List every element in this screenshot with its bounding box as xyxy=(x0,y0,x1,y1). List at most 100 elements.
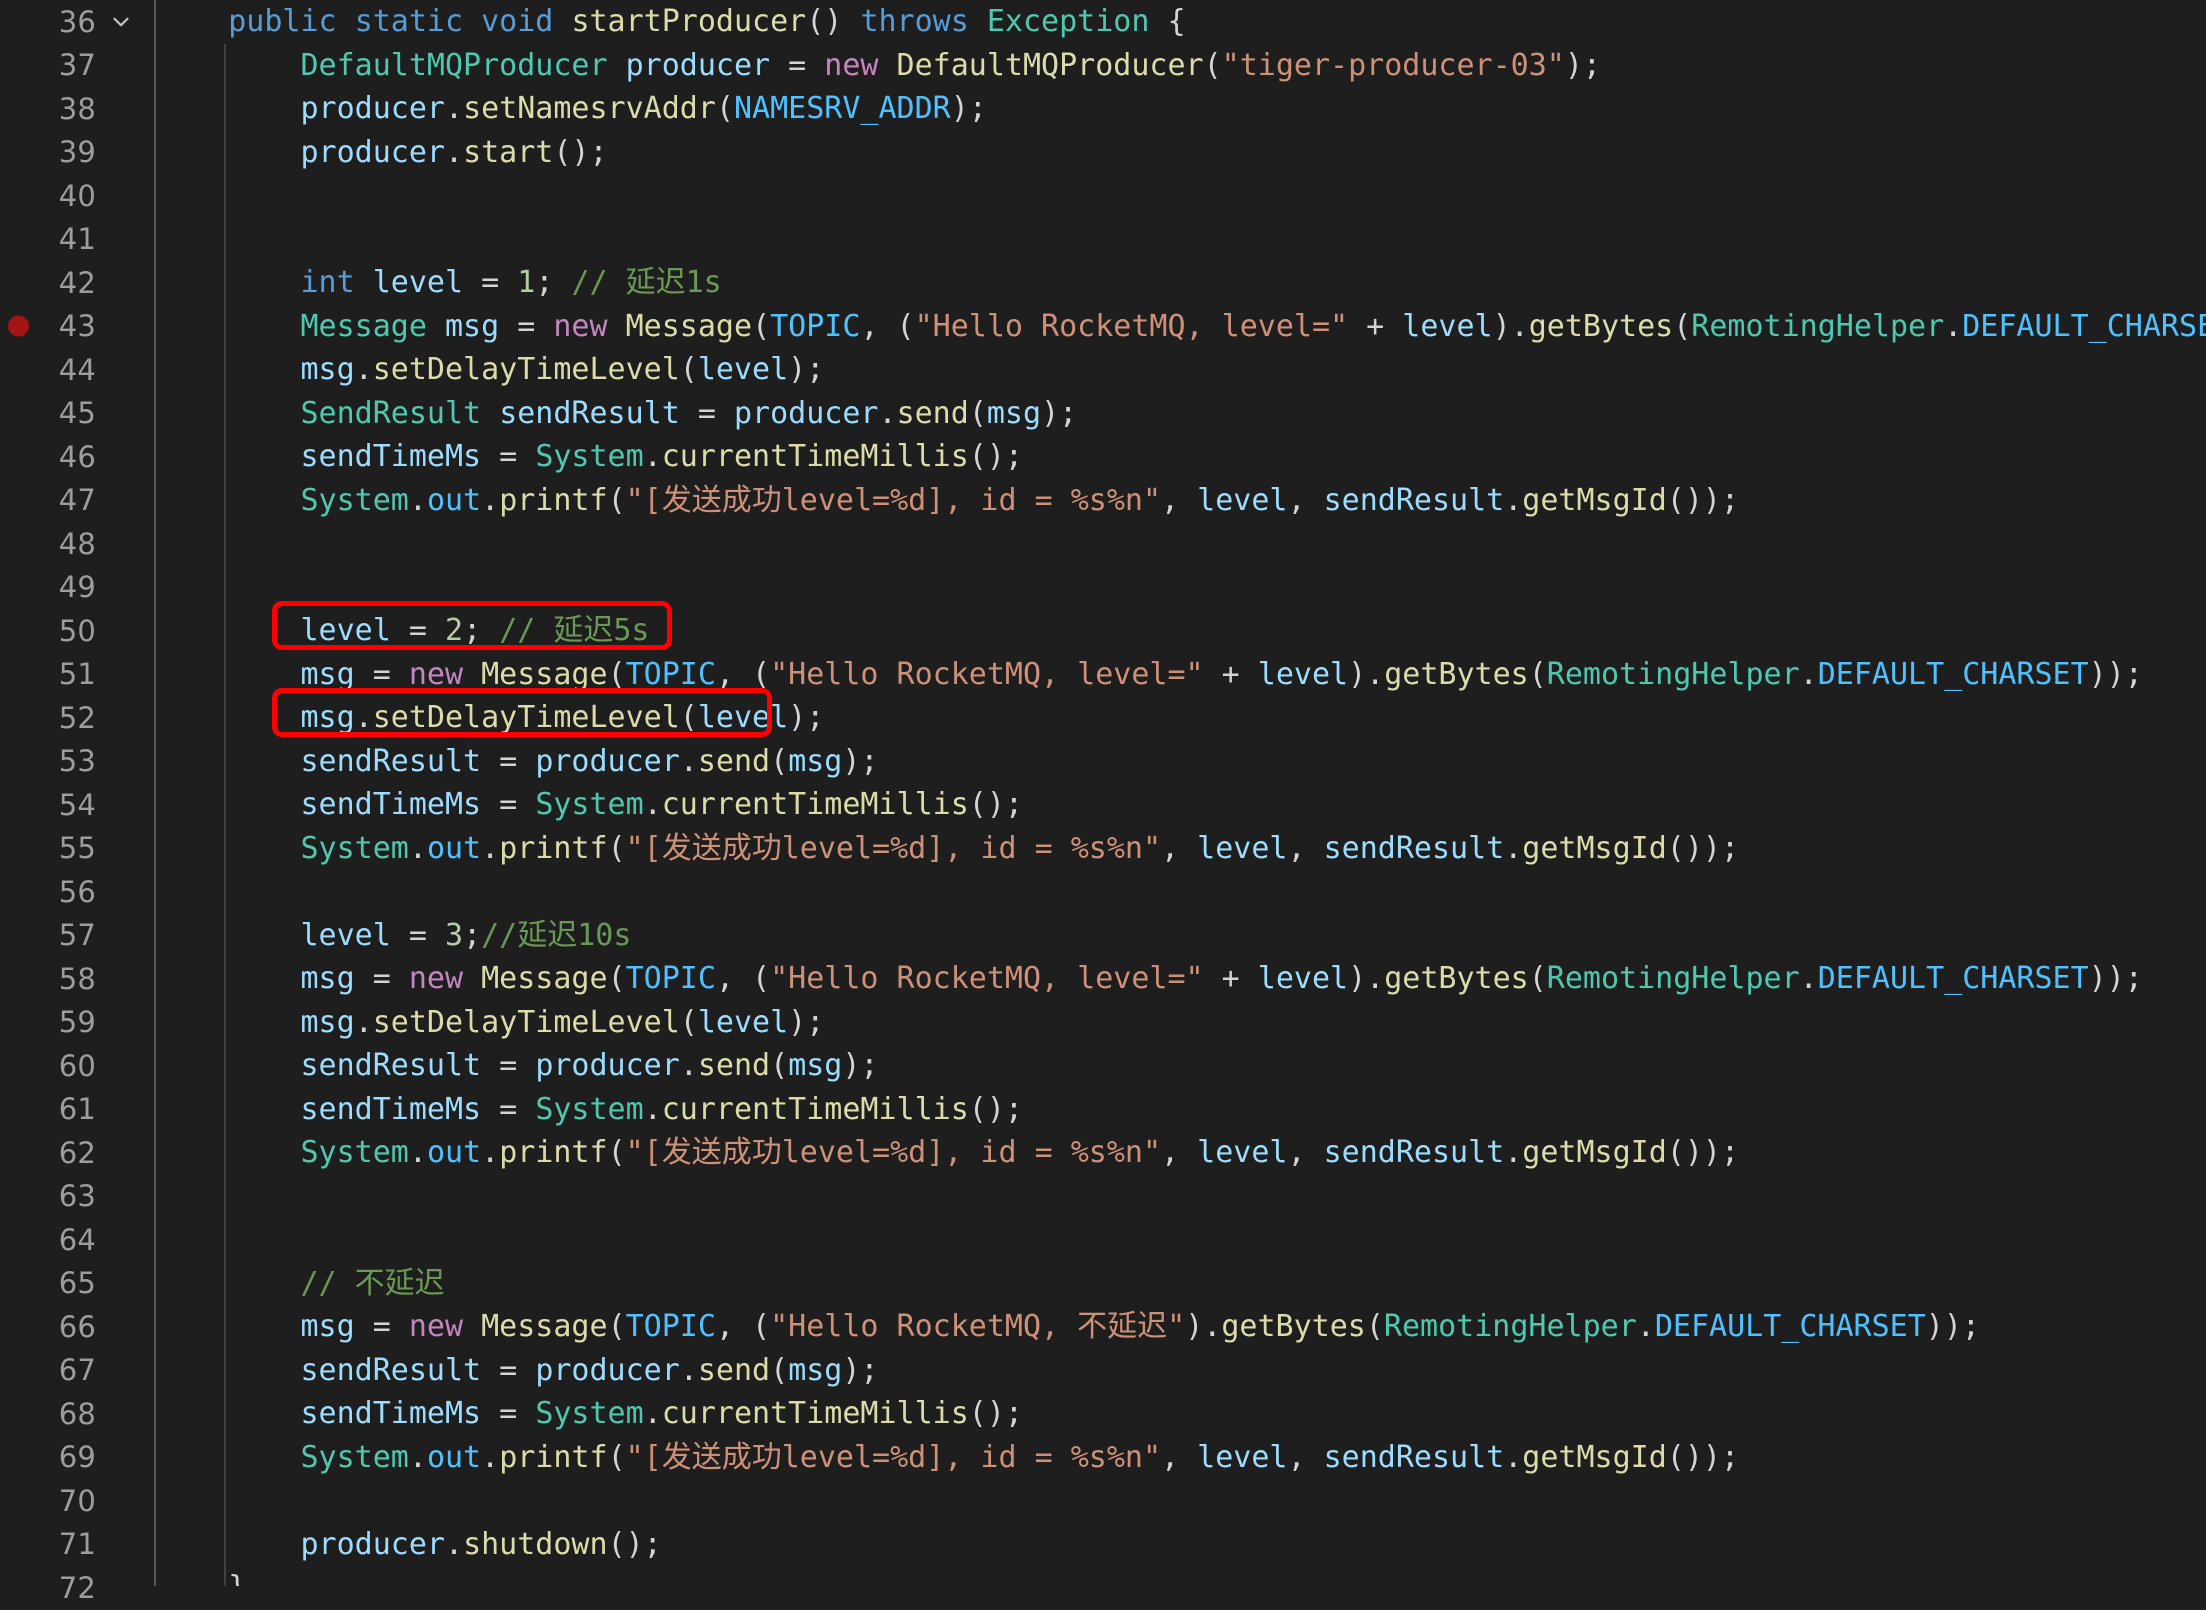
code-line-48[interactable] xyxy=(156,522,2206,566)
code-line-59[interactable]: msg.setDelayTimeLevel(level); xyxy=(156,1001,2206,1045)
token-punc: ( xyxy=(752,308,771,344)
token-punc: ); xyxy=(842,1352,879,1388)
token-punc xyxy=(156,1005,301,1040)
gutter-line-46[interactable]: 46 xyxy=(0,435,154,479)
code-line-36[interactable]: public static void startProducer() throw… xyxy=(156,0,2206,44)
gutter-line-44[interactable]: 44 xyxy=(0,348,154,392)
code-line-39[interactable]: producer.start(); xyxy=(156,131,2206,175)
code-line-63[interactable] xyxy=(156,1175,2206,1219)
gutter-line-66[interactable]: 66 xyxy=(0,1305,154,1349)
line-number: 39 xyxy=(58,135,96,170)
gutter-line-49[interactable]: 49 xyxy=(0,566,154,610)
code-line-55[interactable]: System.out.printf("[发送成功level=%d], id = … xyxy=(156,827,2206,871)
gutter-line-56[interactable]: 56 xyxy=(0,870,154,914)
code-line-56[interactable] xyxy=(156,870,2206,914)
token-punc: ( xyxy=(679,1004,698,1040)
code-line-44[interactable]: msg.setDelayTimeLevel(level); xyxy=(156,348,2206,392)
token-punc xyxy=(156,657,301,692)
token-punc: ( xyxy=(607,656,626,692)
token-punc xyxy=(156,1396,301,1431)
code-line-71[interactable]: producer.shutdown(); xyxy=(156,1523,2206,1567)
token-var: msg xyxy=(300,1309,355,1344)
breakpoint-dot-icon[interactable] xyxy=(8,315,29,337)
gutter-line-51[interactable]: 51 xyxy=(0,653,154,697)
gutter-line-71[interactable]: 71 xyxy=(0,1523,154,1567)
token-punc: ); xyxy=(1564,47,1601,83)
token-punc: . xyxy=(481,1439,500,1475)
gutter-line-45[interactable]: 45 xyxy=(0,392,154,436)
code-line-64[interactable] xyxy=(156,1218,2206,1262)
gutter-line-60[interactable]: 60 xyxy=(0,1044,154,1088)
code-line-47[interactable]: System.out.printf("[发送成功level=%d], id = … xyxy=(156,479,2206,523)
code-line-65[interactable]: // 不延迟 xyxy=(156,1262,2206,1306)
gutter-line-52[interactable]: 52 xyxy=(0,696,154,740)
code-line-37[interactable]: DefaultMQProducer producer = new Default… xyxy=(156,44,2206,88)
gutter-line-58[interactable]: 58 xyxy=(0,957,154,1001)
code-line-40[interactable] xyxy=(156,174,2206,218)
line-number: 36 xyxy=(58,4,96,39)
code-line-45[interactable]: SendResult sendResult = producer.send(ms… xyxy=(156,392,2206,436)
code-line-69[interactable]: System.out.printf("[发送成功level=%d], id = … xyxy=(156,1436,2206,1480)
gutter-line-39[interactable]: 39 xyxy=(0,131,154,175)
gutter-line-36[interactable]: 36 xyxy=(0,0,154,44)
code-line-51[interactable]: msg = new Message(TOPIC, ("Hello RocketM… xyxy=(156,653,2206,697)
code-line-38[interactable]: producer.setNamesrvAddr(NAMESRV_ADDR); xyxy=(156,87,2206,131)
code-line-60[interactable]: sendResult = producer.send(msg); xyxy=(156,1044,2206,1088)
code-line-61[interactable]: sendTimeMs = System.currentTimeMillis(); xyxy=(156,1088,2206,1132)
token-punc: . xyxy=(1504,1135,1523,1170)
code-line-50[interactable]: level = 2; // 延迟5s xyxy=(156,609,2206,653)
code-line-68[interactable]: sendTimeMs = System.currentTimeMillis(); xyxy=(156,1392,2206,1436)
gutter-line-65[interactable]: 65 xyxy=(0,1262,154,1306)
code-line-66[interactable]: msg = new Message(TOPIC, ("Hello RocketM… xyxy=(156,1305,2206,1349)
gutter-line-64[interactable]: 64 xyxy=(0,1218,154,1262)
gutter-line-67[interactable]: 67 xyxy=(0,1349,154,1393)
gutter-line-57[interactable]: 57 xyxy=(0,914,154,958)
gutter-line-53[interactable]: 53 xyxy=(0,740,154,784)
token-var: msg xyxy=(986,395,1042,431)
code-line-62[interactable]: System.out.printf("[发送成功level=%d], id = … xyxy=(156,1131,2206,1175)
token-punc xyxy=(156,4,228,39)
token-punc xyxy=(608,309,626,344)
gutter-line-43[interactable]: 43 xyxy=(0,305,154,349)
gutter-line-59[interactable]: 59 xyxy=(0,1001,154,1045)
token-punc: (); xyxy=(968,439,1023,474)
code-line-57[interactable]: level = 3;//延迟10s xyxy=(156,914,2206,958)
editor-gutter[interactable]: 36 37 38 39 40 41 42 43 44 45 46 47 48 49 50 51 52 53 54 55… xyxy=(0,0,156,1605)
token-punc: . xyxy=(408,482,427,518)
gutter-line-63[interactable]: 63 xyxy=(0,1175,154,1219)
code-line-54[interactable]: sendTimeMs = System.currentTimeMillis(); xyxy=(156,783,2206,827)
code-line-70[interactable] xyxy=(156,1479,2206,1523)
gutter-line-47[interactable]: 47 xyxy=(0,479,154,523)
gutter-line-38[interactable]: 38 xyxy=(0,87,154,131)
gutter-line-70[interactable]: 70 xyxy=(0,1479,154,1523)
code-line-53[interactable]: sendResult = producer.send(msg); xyxy=(156,740,2206,784)
code-line-52[interactable]: msg.setDelayTimeLevel(level); xyxy=(156,696,2206,740)
code-line-67[interactable]: sendResult = producer.send(msg); xyxy=(156,1349,2206,1393)
code-content-area[interactable]: public static void startProducer() throw… xyxy=(156,0,2206,1586)
token-punc: ( xyxy=(1203,47,1222,83)
gutter-line-54[interactable]: 54 xyxy=(0,783,154,827)
code-editor[interactable]: 36 37 38 39 40 41 42 43 44 45 46 47 48 49 50 51 52 53 54 55… xyxy=(0,0,2206,1605)
gutter-line-40[interactable]: 40 xyxy=(0,174,154,218)
token-punc: + xyxy=(1348,308,1403,344)
code-line-72[interactable]: } xyxy=(156,1566,2206,1586)
token-punc: . xyxy=(1799,961,1818,996)
gutter-line-69[interactable]: 69 xyxy=(0,1436,154,1480)
gutter-line-48[interactable]: 48 xyxy=(0,522,154,566)
gutter-line-41[interactable]: 41 xyxy=(0,218,154,262)
gutter-line-62[interactable]: 62 xyxy=(0,1131,154,1175)
code-line-46[interactable]: sendTimeMs = System.currentTimeMillis(); xyxy=(156,435,2206,479)
code-line-43[interactable]: Message msg = new Message(TOPIC, ("Hello… xyxy=(156,305,2206,349)
gutter-line-55[interactable]: 55 xyxy=(0,827,154,871)
gutter-line-50[interactable]: 50 xyxy=(0,609,154,653)
code-line-58[interactable]: msg = new Message(TOPIC, ("Hello RocketM… xyxy=(156,957,2206,1001)
chevron-down-icon[interactable] xyxy=(108,9,134,35)
gutter-line-42[interactable]: 42 xyxy=(0,261,154,305)
code-line-41[interactable] xyxy=(156,218,2206,262)
gutter-line-37[interactable]: 37 xyxy=(0,44,154,88)
gutter-line-72[interactable]: 72 xyxy=(0,1566,154,1610)
gutter-line-61[interactable]: 61 xyxy=(0,1088,154,1132)
code-line-49[interactable] xyxy=(156,566,2206,610)
code-line-42[interactable]: int level = 1; // 延迟1s xyxy=(156,261,2206,305)
gutter-line-68[interactable]: 68 xyxy=(0,1392,154,1436)
